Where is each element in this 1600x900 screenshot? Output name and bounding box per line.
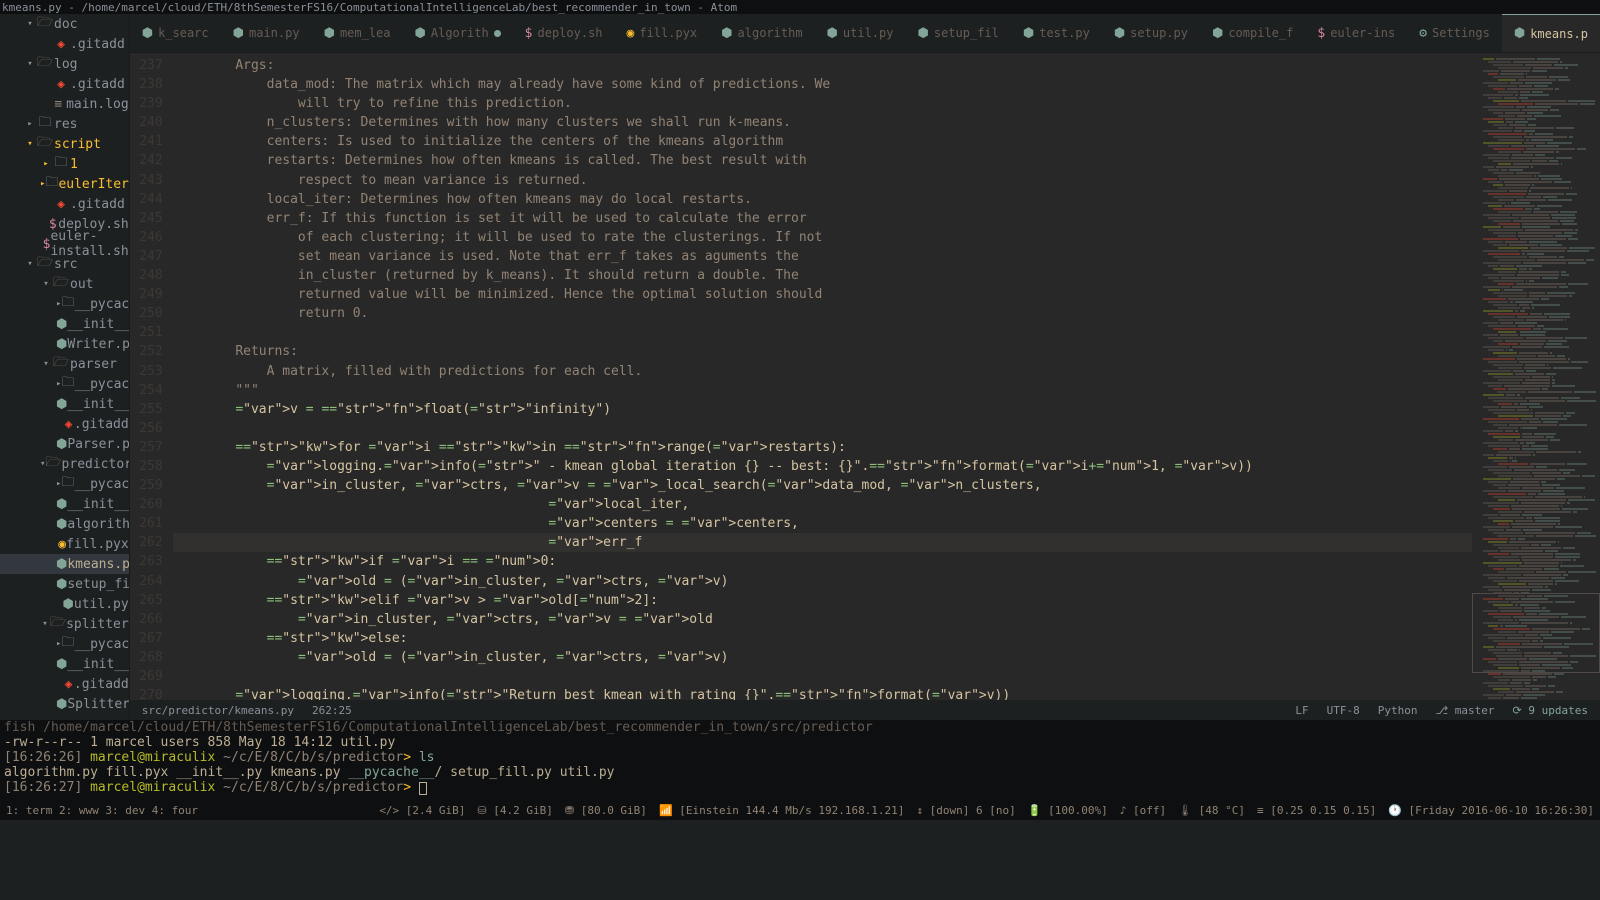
terminal-line: -rw-r--r-- 1 marcel users 858 May 18 14:… bbox=[4, 735, 1596, 750]
tree-item-res[interactable]: ▸🗀res bbox=[0, 114, 129, 134]
wm-status-bar: 1: term 2: www 3: dev 4: four </> [2.4 G… bbox=[0, 800, 1600, 820]
statusbar-widget: ⛃ [80.0 GiB] bbox=[565, 804, 647, 817]
tree-item-doc[interactable]: ▾🗁doc bbox=[0, 14, 129, 34]
status-line-ending[interactable]: LF bbox=[1295, 704, 1308, 717]
tree-item-eulerIterKmean-15-2[interactable]: ▸🗀eulerIterKmean_15_2 bbox=[0, 174, 129, 194]
py-icon: ⬢ bbox=[1212, 26, 1223, 41]
tab-kmeans-p[interactable]: ⬢kmeans.p bbox=[1502, 14, 1600, 52]
tree-item-predictor[interactable]: ▾🗁predictor bbox=[0, 454, 129, 474]
statusbar-widget: 📶 [Einstein 144.4 Mb/s 192.168.1.21] bbox=[659, 804, 905, 817]
modified-dot bbox=[494, 30, 501, 37]
terminal-line: algorithm.py fill.pyx __init__.py kmeans… bbox=[4, 765, 1596, 780]
cy-icon: ◉ bbox=[627, 26, 635, 41]
statusbar-widget: ↕ [down] 6 [no] bbox=[916, 804, 1015, 817]
tab-algorithm[interactable]: ⬢algorithm bbox=[709, 14, 814, 52]
code-editor[interactable]: Args: data_mod: The matrix which may alr… bbox=[173, 53, 1472, 700]
terminal-title: fish /home/marcel/cloud/ETH/8thSemesterF… bbox=[4, 720, 1596, 735]
tab-k-searc[interactable]: ⬢k_searc bbox=[130, 14, 221, 52]
tree-item-Writer-py[interactable]: ⬢Writer.py bbox=[0, 334, 129, 354]
minimap-viewport[interactable] bbox=[1472, 593, 1600, 673]
tab-util-py[interactable]: ⬢util.py bbox=[815, 14, 906, 52]
tree-item-out[interactable]: ▾🗁out bbox=[0, 274, 129, 294]
tab-mem-lea[interactable]: ⬢mem_lea bbox=[312, 14, 403, 52]
status-updates[interactable]: ⟳ 9 updates bbox=[1513, 704, 1588, 717]
sh-icon: $ bbox=[1317, 26, 1325, 41]
statusbar-widget: ≡ [0.25 0.15 0.15] bbox=[1257, 804, 1376, 817]
window-title: kmeans.py - /home/marcel/cloud/ETH/8thSe… bbox=[0, 0, 1600, 14]
tree-item-fill-pyx[interactable]: ◉fill.pyx bbox=[0, 534, 129, 554]
tree-item--gitadd[interactable]: ◈.gitadd bbox=[0, 34, 129, 54]
status-bar: src/predictor/kmeans.py 262:25 LF UTF-8 … bbox=[130, 700, 1600, 720]
tree-item-1[interactable]: ▸🗀1 bbox=[0, 154, 129, 174]
py-icon: ⬢ bbox=[415, 26, 426, 41]
tree-item---pycache--[interactable]: ▸🗀__pycache__ bbox=[0, 634, 129, 654]
py-icon: ⬢ bbox=[1514, 26, 1525, 41]
tree-item-kmeans-py[interactable]: ⬢kmeans.py bbox=[0, 554, 129, 574]
statusbar-widget: 🌡 [48 °C] bbox=[1178, 804, 1245, 817]
tab-main-py[interactable]: ⬢main.py bbox=[221, 14, 312, 52]
tree-item---init---py[interactable]: ⬢__init__.py bbox=[0, 314, 129, 334]
tree-item---pycache--[interactable]: ▸🗀__pycache__ bbox=[0, 294, 129, 314]
tab-euler-ins[interactable]: $euler-ins bbox=[1305, 14, 1407, 52]
tree-item-algorithm-py[interactable]: ⬢algorithm.py bbox=[0, 514, 129, 534]
line-gutter: 237 238 239 240 241 242 243 244 245 246 … bbox=[130, 53, 173, 700]
tree-item---pycache--[interactable]: ▸🗀__pycache__ bbox=[0, 374, 129, 394]
status-git-branch[interactable]: ⎇ master bbox=[1435, 704, 1494, 717]
py-icon: ⬢ bbox=[721, 26, 732, 41]
tree-item-script[interactable]: ▾🗁script bbox=[0, 134, 129, 154]
file-tree[interactable]: ▾🗁doc◈.gitadd▾🗁log◈.gitadd≡main.log▸🗀res… bbox=[0, 14, 130, 720]
tree-item-euler-install-sh[interactable]: $euler-install.sh bbox=[0, 234, 129, 254]
tree-item--gitadd[interactable]: ◈.gitadd bbox=[0, 414, 129, 434]
status-language[interactable]: Python bbox=[1378, 704, 1418, 717]
py-icon: ⬢ bbox=[1114, 26, 1125, 41]
statusbar-widget: </> [2.4 GiB] bbox=[379, 804, 465, 817]
tree-item-Splitter-py[interactable]: ⬢Splitter.py bbox=[0, 694, 129, 714]
tree-item-splitter[interactable]: ▾🗁splitter bbox=[0, 614, 129, 634]
tree-item--gitadd[interactable]: ◈.gitadd bbox=[0, 74, 129, 94]
py-icon: ⬢ bbox=[827, 26, 838, 41]
tree-item-util-py[interactable]: ⬢util.py bbox=[0, 594, 129, 614]
tab-setup-py[interactable]: ⬢setup.py bbox=[1102, 14, 1200, 52]
statusbar-widget: 🔋 [100.00%] bbox=[1028, 804, 1108, 817]
statusbar-widget: ⛁ [4.2 GiB] bbox=[477, 804, 552, 817]
py-icon: ⬢ bbox=[142, 26, 153, 41]
tree-item---init---py[interactable]: ⬢__init__.py bbox=[0, 654, 129, 674]
tree-item---init---py[interactable]: ⬢__init__.py bbox=[0, 494, 129, 514]
py-icon: ⬢ bbox=[1023, 26, 1034, 41]
status-encoding[interactable]: UTF-8 bbox=[1327, 704, 1360, 717]
statusbar-widget: 🕐 [Friday 2016-06-10 16:26:30] bbox=[1388, 804, 1594, 817]
tree-item--gitadd[interactable]: ◈.gitadd bbox=[0, 674, 129, 694]
tree-item-main-log[interactable]: ≡main.log bbox=[0, 94, 129, 114]
status-position[interactable]: 262:25 bbox=[312, 704, 352, 717]
sh-icon: $ bbox=[525, 26, 533, 41]
py-icon: ⬢ bbox=[233, 26, 244, 41]
tree-item-setup-fill-py[interactable]: ⬢setup_fill.py bbox=[0, 574, 129, 594]
tree-item-log[interactable]: ▾🗁log bbox=[0, 54, 129, 74]
terminal-cursor bbox=[419, 782, 427, 795]
tab-setup-fil[interactable]: ⬢setup_fil bbox=[905, 14, 1010, 52]
tree-item-Parser-py[interactable]: ⬢Parser.py bbox=[0, 434, 129, 454]
terminal-line: [16:26:27] marcel@miraculix ~/c/E/8/C/b/… bbox=[4, 780, 1596, 795]
tab-compile-f[interactable]: ⬢compile_f bbox=[1200, 14, 1305, 52]
statusbar-widget: ♪ [off] bbox=[1120, 804, 1166, 817]
status-path[interactable]: src/predictor/kmeans.py bbox=[142, 704, 294, 717]
tab-Algorith[interactable]: ⬢Algorith bbox=[403, 14, 513, 52]
py-icon: ⬢ bbox=[324, 26, 335, 41]
tree-item-parser[interactable]: ▾🗁parser bbox=[0, 354, 129, 374]
terminal-panel[interactable]: fish /home/marcel/cloud/ETH/8thSemesterF… bbox=[0, 720, 1600, 800]
tab-test-py[interactable]: ⬢test.py bbox=[1011, 14, 1102, 52]
terminal-line: [16:26:26] marcel@miraculix ~/c/E/8/C/b/… bbox=[4, 750, 1596, 765]
tree-item---pycache--[interactable]: ▸🗀__pycache__ bbox=[0, 474, 129, 494]
workspace-list[interactable]: 1: term 2: www 3: dev 4: four bbox=[6, 804, 198, 817]
gear-icon: ⚙ bbox=[1419, 26, 1427, 41]
tab-deploy-sh[interactable]: $deploy.sh bbox=[513, 14, 615, 52]
tree-item---init---py[interactable]: ⬢__init__.py bbox=[0, 394, 129, 414]
tab-bar[interactable]: ⬢k_searc⬢main.py⬢mem_lea⬢Algorith$deploy… bbox=[130, 14, 1600, 53]
minimap[interactable] bbox=[1472, 53, 1600, 700]
tab-fill-pyx[interactable]: ◉fill.pyx bbox=[615, 14, 710, 52]
tree-item--gitadd[interactable]: ◈.gitadd bbox=[0, 194, 129, 214]
tab-Settings[interactable]: ⚙Settings bbox=[1407, 14, 1502, 52]
py-icon: ⬢ bbox=[917, 26, 928, 41]
